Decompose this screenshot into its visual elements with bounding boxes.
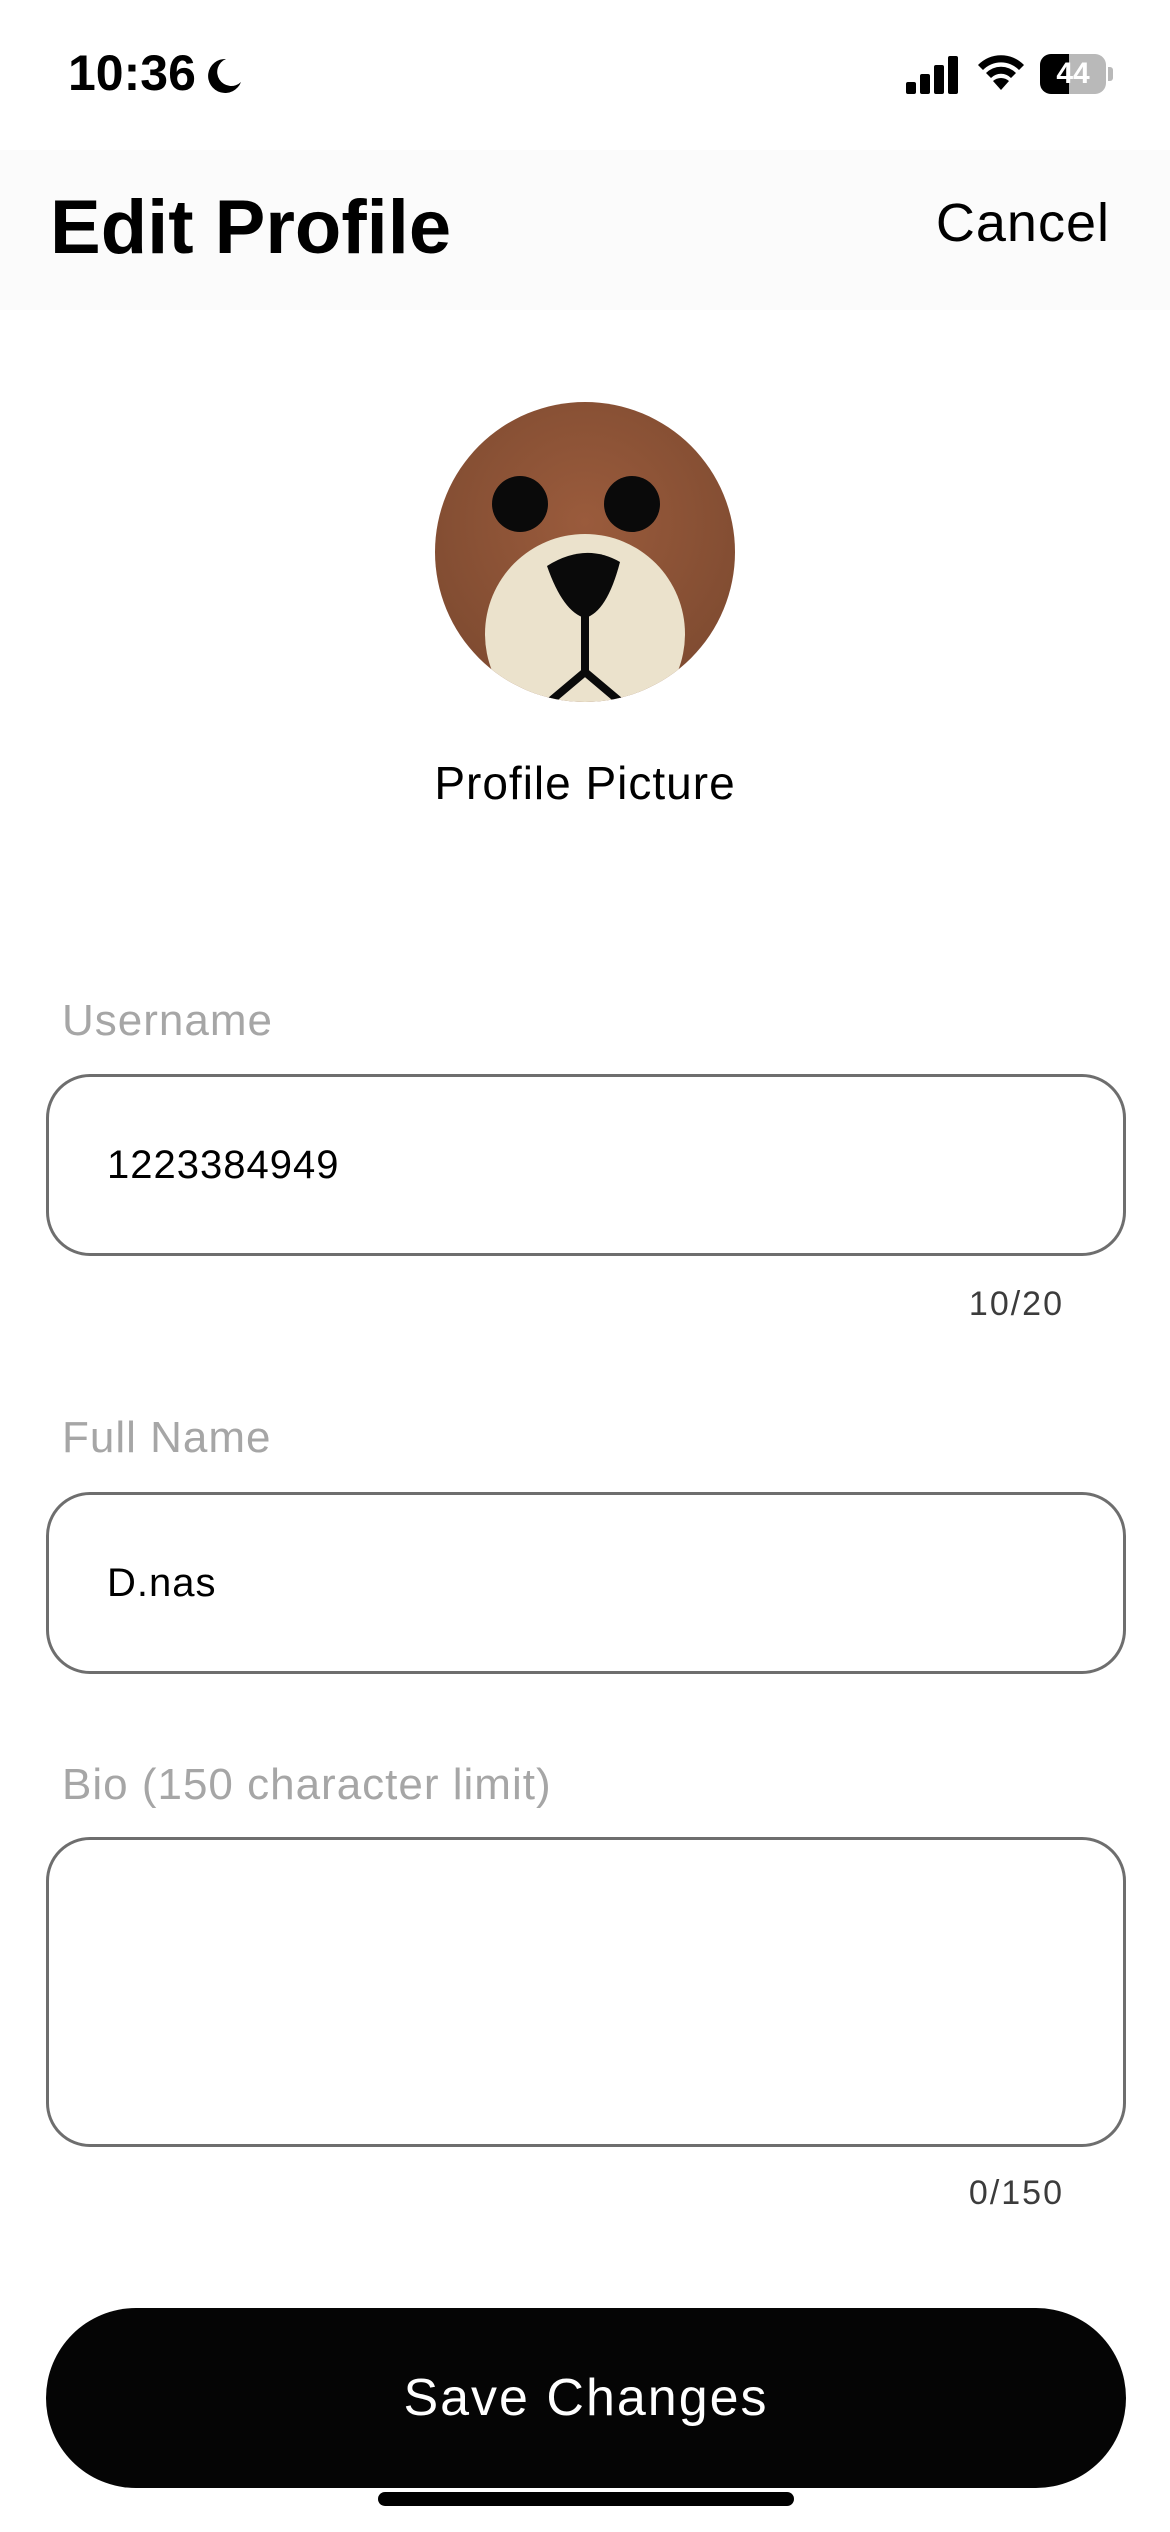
battery-level: 44: [1056, 57, 1090, 90]
home-indicator[interactable]: [378, 2492, 794, 2506]
bio-label: Bio (150 character limit): [62, 1760, 552, 1809]
edit-profile-screen: 10:36 44 Edit Profile Cancel Profile Pic…: [0, 0, 1170, 2532]
full-name-value: D.nas: [107, 1561, 217, 1605]
full-name-field[interactable]: D.nas: [46, 1492, 1126, 1674]
signal-icon: [906, 56, 960, 94]
bio-field[interactable]: [46, 1837, 1126, 2147]
profile-picture-label[interactable]: Profile Picture: [0, 756, 1170, 810]
battery-icon: 44: [1040, 54, 1113, 94]
bio-counter: 0/150: [968, 2174, 1064, 2212]
save-changes-button[interactable]: Save Changes: [46, 2308, 1126, 2488]
username-counter: 10/20: [968, 1285, 1064, 1323]
header: Edit Profile Cancel: [0, 150, 1170, 310]
page-title: Edit Profile: [50, 185, 452, 270]
wifi-icon: [976, 52, 1026, 92]
battery-body: 44: [1040, 54, 1106, 94]
username-value: 1223384949: [107, 1143, 340, 1187]
cancel-button[interactable]: Cancel: [936, 192, 1110, 254]
battery-cap: [1108, 67, 1113, 81]
full-name-label: Full Name: [62, 1413, 272, 1462]
moon-icon: [204, 56, 244, 96]
status-bar: 10:36 44: [0, 0, 1170, 150]
profile-picture-avatar[interactable]: [435, 402, 735, 702]
username-field[interactable]: 1223384949: [46, 1074, 1126, 1256]
status-time: 10:36: [68, 45, 196, 101]
username-label: Username: [62, 996, 273, 1045]
